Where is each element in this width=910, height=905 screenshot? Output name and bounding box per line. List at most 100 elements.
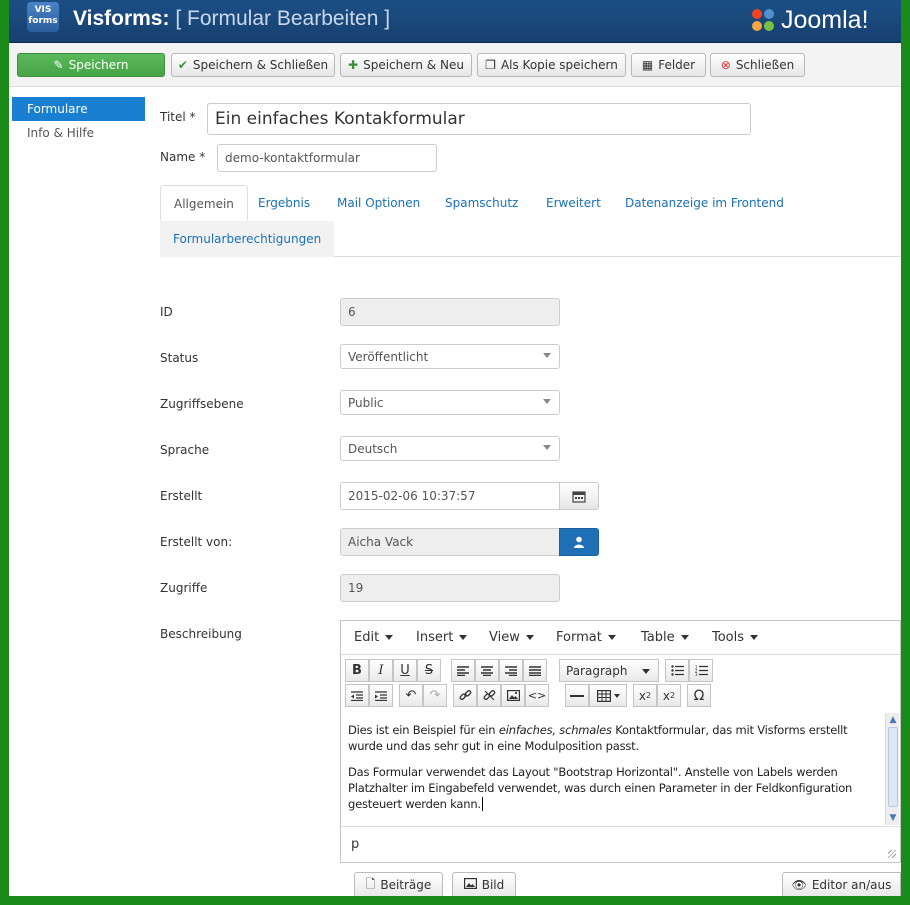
user-icon <box>574 536 584 548</box>
italic-icon[interactable]: I <box>369 659 393 682</box>
menu-insert[interactable]: Insert <box>416 630 467 645</box>
image-icon[interactable] <box>501 684 525 707</box>
editor-paragraph-2: Das Formular verwendet das Layout "Boots… <box>348 765 853 811</box>
special-character-icon[interactable]: Ω <box>687 684 711 707</box>
access-select[interactable]: Public <box>340 390 560 415</box>
scrollbar-thumb[interactable] <box>888 727 898 807</box>
numbered-list-icon[interactable]: 123 <box>689 659 713 682</box>
joomla-logo: Joomla! <box>749 5 869 35</box>
editor-statusbar: p <box>341 826 900 862</box>
menu-edit[interactable]: Edit <box>354 630 393 645</box>
close-button[interactable]: ⊗ Schließen <box>710 53 805 77</box>
status-select[interactable]: Veröffentlicht <box>340 344 560 369</box>
id-label: ID <box>160 305 173 319</box>
underline-icon[interactable]: U <box>393 659 417 682</box>
name-input[interactable]: demo-kontaktformular <box>217 144 437 172</box>
fields-button[interactable]: ▦ Felder <box>631 53 706 77</box>
text-cursor <box>481 797 483 811</box>
edit-icon: ✎ <box>53 58 64 72</box>
paragraph-format-select[interactable]: Paragraph <box>559 659 659 682</box>
calendar-button[interactable] <box>559 482 599 510</box>
scroll-down-icon[interactable]: ▼ <box>887 812 899 824</box>
tab-allgemein[interactable]: Allgemein <box>160 185 248 221</box>
sidebar-item-info-hilfe[interactable]: Info & Hilfe <box>12 121 145 145</box>
tab-formularberechtigungen[interactable]: Formularberechtigungen <box>160 221 335 257</box>
chevron-down-icon <box>642 669 650 674</box>
save-close-button[interactable]: ✔ Speichern & Schließen <box>171 53 335 77</box>
save-copy-button[interactable]: ❐ Als Kopie speichern <box>477 53 626 77</box>
superscript-icon[interactable]: x2 <box>657 684 681 707</box>
outdent-icon[interactable] <box>345 684 369 707</box>
align-justify-icon[interactable] <box>523 659 547 682</box>
hits-field: 19 <box>340 574 560 602</box>
toggle-editor-button[interactable]: 👁 Editor an/aus <box>782 872 901 896</box>
hits-label: Zugriffe <box>160 581 208 595</box>
tab-ergebnis[interactable]: Ergebnis <box>245 185 323 221</box>
save-new-button[interactable]: ✚ Speichern & Neu <box>340 53 472 77</box>
scroll-up-icon[interactable]: ▲ <box>887 714 899 726</box>
menu-format[interactable]: Format <box>556 630 616 645</box>
created-label: Erstellt <box>160 489 203 503</box>
strikethrough-icon[interactable]: S <box>417 659 441 682</box>
undo-icon[interactable]: ↶ <box>399 684 423 707</box>
status-label: Status <box>160 351 199 365</box>
file-add-icon: 🗋 <box>365 876 376 891</box>
check-icon: ✔ <box>177 58 188 72</box>
editor-content-area[interactable]: Dies ist ein Beispiel für ein einfaches,… <box>341 712 886 824</box>
chevron-down-icon <box>543 399 551 404</box>
created-by-label: Erstellt von: <box>160 535 233 549</box>
joomla-icon <box>752 9 774 31</box>
title-label: Titel * <box>160 110 196 124</box>
redo-icon[interactable]: ↷ <box>423 684 447 707</box>
tab-erweitert[interactable]: Erweitert <box>533 185 614 221</box>
copy-icon: ❐ <box>485 58 496 72</box>
plus-icon: ✚ <box>348 58 359 72</box>
align-center-icon[interactable] <box>475 659 499 682</box>
created-by-field: Aicha Vack <box>340 528 560 556</box>
created-date-input[interactable]: 2015-02-06 10:37:57 <box>340 482 560 510</box>
horizontal-rule-icon[interactable] <box>565 684 589 707</box>
page-subtitle: [ Formular Bearbeiten ] <box>175 7 391 30</box>
rich-text-editor: Edit Insert View Format Table Tools B I … <box>340 620 901 863</box>
menu-view[interactable]: View <box>489 630 534 645</box>
sidebar-item-formulare[interactable]: Formulare <box>12 97 145 121</box>
tab-mail-optionen[interactable]: Mail Optionen <box>324 185 433 221</box>
menu-tools[interactable]: Tools <box>712 630 758 645</box>
table-icon[interactable] <box>589 684 627 707</box>
align-left-icon[interactable] <box>451 659 475 682</box>
code-icon[interactable]: <> <box>525 684 549 707</box>
align-right-icon[interactable] <box>499 659 523 682</box>
svg-text:3: 3 <box>695 672 698 676</box>
subscript-icon[interactable]: x2 <box>633 684 657 707</box>
element-path[interactable]: p <box>351 837 359 852</box>
language-select[interactable]: Deutsch <box>340 436 560 461</box>
access-label: Zugriffsebene <box>160 397 244 411</box>
id-field: 6 <box>340 298 560 326</box>
image-button[interactable]: Bild <box>452 872 516 896</box>
select-user-button[interactable] <box>559 528 599 556</box>
link-icon[interactable] <box>453 684 477 707</box>
header-bar: VIS forms Visforms: [ Formular Bearbeite… <box>9 0 901 43</box>
menu-table[interactable]: Table <box>641 630 689 645</box>
unlink-icon[interactable] <box>477 684 501 707</box>
editor-scrollbar[interactable]: ▲ ▼ <box>885 713 899 825</box>
close-icon: ⊗ <box>720 58 731 72</box>
description-label: Beschreibung <box>160 627 242 641</box>
indent-icon[interactable] <box>369 684 393 707</box>
resize-handle-icon[interactable] <box>888 850 896 858</box>
bullet-list-icon[interactable] <box>665 659 689 682</box>
tab-spamschutz[interactable]: Spamschutz <box>432 185 531 221</box>
title-input[interactable]: Ein einfaches Kontakformular <box>207 103 751 135</box>
save-button[interactable]: ✎ Speichern <box>17 53 165 77</box>
grid-icon: ▦ <box>641 58 654 72</box>
articles-button[interactable]: 🗋 Beiträge <box>354 872 443 896</box>
calendar-icon <box>572 490 586 503</box>
tab-bar: Allgemein Ergebnis Mail Optionen Spamsch… <box>160 185 901 257</box>
editor-menubar: Edit Insert View Format Table Tools <box>341 621 900 655</box>
tab-datenanzeige[interactable]: Datenanzeige im Frontend <box>612 185 797 221</box>
language-label: Sprache <box>160 443 210 457</box>
chevron-down-icon <box>543 445 551 450</box>
chevron-down-icon <box>613 693 620 698</box>
bold-icon[interactable]: B <box>345 659 369 682</box>
joomla-brand: Joomla! <box>781 5 869 34</box>
